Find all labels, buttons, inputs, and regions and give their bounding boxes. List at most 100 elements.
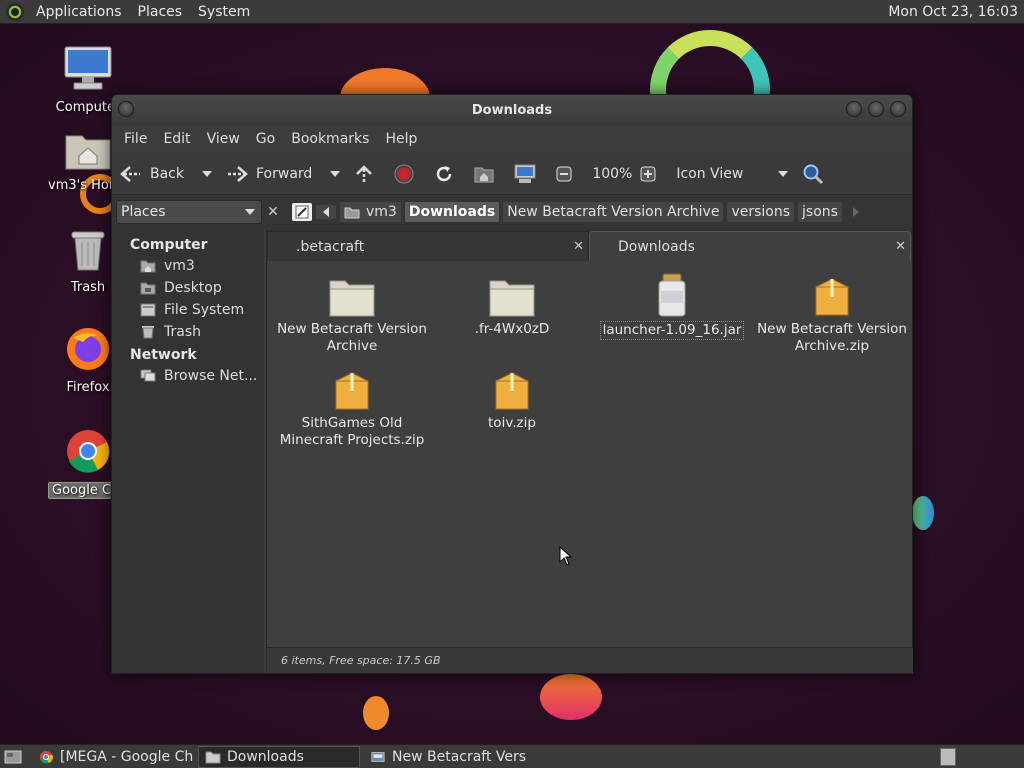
home-button[interactable] (474, 165, 502, 183)
file-name: toiv.zip (488, 415, 536, 431)
file-name: .fr-4Wx0zD (474, 321, 550, 337)
sidebar-selector[interactable]: Places (116, 200, 262, 224)
file-item-jar[interactable]: launcher-1.09_16.jar (597, 269, 747, 340)
breadcrumb-item-archive[interactable]: New Betacraft Version Archive (503, 202, 724, 222)
back-button[interactable]: Back (120, 165, 184, 183)
file-name: SithGames Old Minecraft Projects.zip (279, 415, 425, 448)
view-mode-label: Icon View (676, 165, 744, 182)
breadcrumb-right-button[interactable] (846, 205, 866, 219)
file-item-zip[interactable]: New Betacraft Version Archive.zip (757, 269, 907, 355)
zip-archive-icon (437, 363, 587, 411)
search-button[interactable] (802, 163, 832, 185)
drive-icon (140, 303, 156, 317)
status-bar: 6 items, Free space: 17.5 GB (267, 647, 913, 673)
menu-view[interactable]: View (199, 131, 248, 147)
breadcrumb-item-downloads[interactable]: Downloads (404, 202, 500, 222)
file-name: launcher-1.09_16.jar (599, 321, 745, 340)
zoom-out-button[interactable] (556, 166, 580, 182)
up-button[interactable] (354, 164, 382, 184)
taskbar-label: New Betacraft Versi... (392, 748, 526, 765)
menu-edit[interactable]: Edit (155, 131, 198, 147)
search-icon (803, 164, 824, 184)
sidebar-header-network: Network (130, 347, 197, 363)
back-history-dropdown[interactable] (202, 170, 212, 177)
computer-button[interactable] (514, 164, 544, 184)
tab-bar: .betacraft ✕ Downloads ✕ (267, 229, 912, 261)
breadcrumb-item-jsons[interactable]: jsons (798, 202, 842, 222)
applications-menu[interactable]: Applications (28, 0, 130, 24)
window-menu-button[interactable] (118, 101, 134, 117)
taskbar-item-chrome[interactable]: [MEGA - Google Ch... (32, 746, 194, 768)
reload-button[interactable] (434, 164, 462, 184)
sidebar-item-trash[interactable]: Trash (112, 321, 264, 343)
menu-file[interactable]: File (116, 131, 155, 147)
view-mode-select[interactable]: Icon View (676, 166, 772, 182)
taskbar-item-downloads[interactable]: Downloads (198, 745, 360, 768)
view-mode-dropdown[interactable] (778, 170, 789, 177)
window-titlebar[interactable]: Downloads (112, 95, 912, 125)
show-desktop-button[interactable] (4, 748, 24, 766)
folder-icon (277, 269, 427, 317)
workspace-switcher[interactable] (940, 747, 956, 766)
breadcrumb-item-vm3[interactable]: vm3 (340, 202, 401, 222)
sidebar-item-label: Desktop (164, 280, 222, 296)
breadcrumb: vm3 Downloads New Betacraft Version Arch… (292, 202, 870, 222)
breadcrumb-left-button[interactable] (316, 205, 336, 219)
forward-history-dropdown[interactable] (330, 170, 341, 177)
file-item-folder[interactable]: .fr-4Wx0zD (437, 269, 587, 338)
places-menu[interactable]: Places (130, 0, 191, 24)
zoom-in-button[interactable] (640, 166, 664, 182)
sidebar-item-label: vm3 (164, 258, 195, 274)
sidebar-item-label: Trash (164, 324, 201, 340)
sidebar-item-file-system[interactable]: File System (112, 299, 264, 321)
file-item-zip[interactable]: toiv.zip (437, 363, 587, 432)
maximize-button[interactable] (868, 101, 884, 117)
tab-label: Downloads (618, 238, 695, 255)
bg-shape (912, 496, 934, 530)
menu-bookmarks[interactable]: Bookmarks (283, 131, 377, 147)
tab-close-icon[interactable]: ✕ (573, 239, 584, 254)
forward-button[interactable]: Forward (226, 165, 312, 183)
tab-close-icon[interactable]: ✕ (895, 239, 906, 254)
jar-icon (597, 269, 747, 317)
file-item-zip[interactable]: SithGames Old Minecraft Projects.zip (277, 363, 427, 449)
trash-icon (142, 326, 154, 339)
reload-icon (437, 165, 452, 181)
computer-icon (514, 164, 536, 183)
tab-label: .betacraft (296, 238, 365, 255)
top-panel: Applications Places System Mon Oct 23, 1… (0, 0, 1024, 24)
close-sidebar-icon[interactable]: ✕ (264, 204, 282, 220)
edit-location-button[interactable] (292, 203, 312, 221)
taskbar-label: [MEGA - Google Ch... (60, 748, 194, 765)
clock[interactable]: Mon Oct 23, 16:03 (888, 4, 1024, 20)
menu-help[interactable]: Help (377, 131, 425, 147)
close-button[interactable] (890, 101, 906, 117)
distro-logo-icon[interactable] (6, 2, 24, 21)
home-icon (474, 167, 494, 182)
sidebar-item-label: File System (164, 302, 245, 318)
chevron-right-icon (852, 207, 859, 217)
bottom-panel: [MEGA - Google Ch... Downloads New Betac… (0, 744, 1024, 768)
sidebar-item-vm3[interactable]: vm3 (112, 255, 264, 277)
location-bar: Places ✕ vm3 Downloads New Betacraft Ver… (112, 195, 912, 229)
stop-icon (394, 164, 414, 183)
up-arrow-icon (356, 164, 373, 182)
stop-button[interactable] (394, 164, 422, 184)
breadcrumb-label: vm3 (366, 204, 397, 220)
betacraft-app-icon (371, 751, 385, 762)
menubar: File Edit View Go Bookmarks Help (112, 125, 912, 153)
folder-icon (437, 269, 587, 317)
breadcrumb-item-versions[interactable]: versions (727, 202, 795, 222)
taskbar-item-betacraft[interactable]: New Betacraft Versi... (364, 746, 526, 768)
system-menu[interactable]: System (190, 0, 258, 24)
sidebar-header-computer: Computer (130, 237, 208, 253)
minimize-button[interactable] (846, 101, 862, 117)
tab-betacraft[interactable]: .betacraft ✕ (267, 231, 589, 261)
toolbar: Back Forward 100% Icon View (112, 153, 912, 195)
file-item-folder[interactable]: New Betacraft Version Archive (277, 269, 427, 355)
network-icon (140, 369, 156, 382)
tab-downloads[interactable]: Downloads ✕ (589, 231, 911, 261)
menu-go[interactable]: Go (248, 131, 283, 147)
sidebar-item-desktop[interactable]: Desktop (112, 277, 264, 299)
sidebar-item-browse-network[interactable]: Browse Net... (112, 365, 264, 387)
